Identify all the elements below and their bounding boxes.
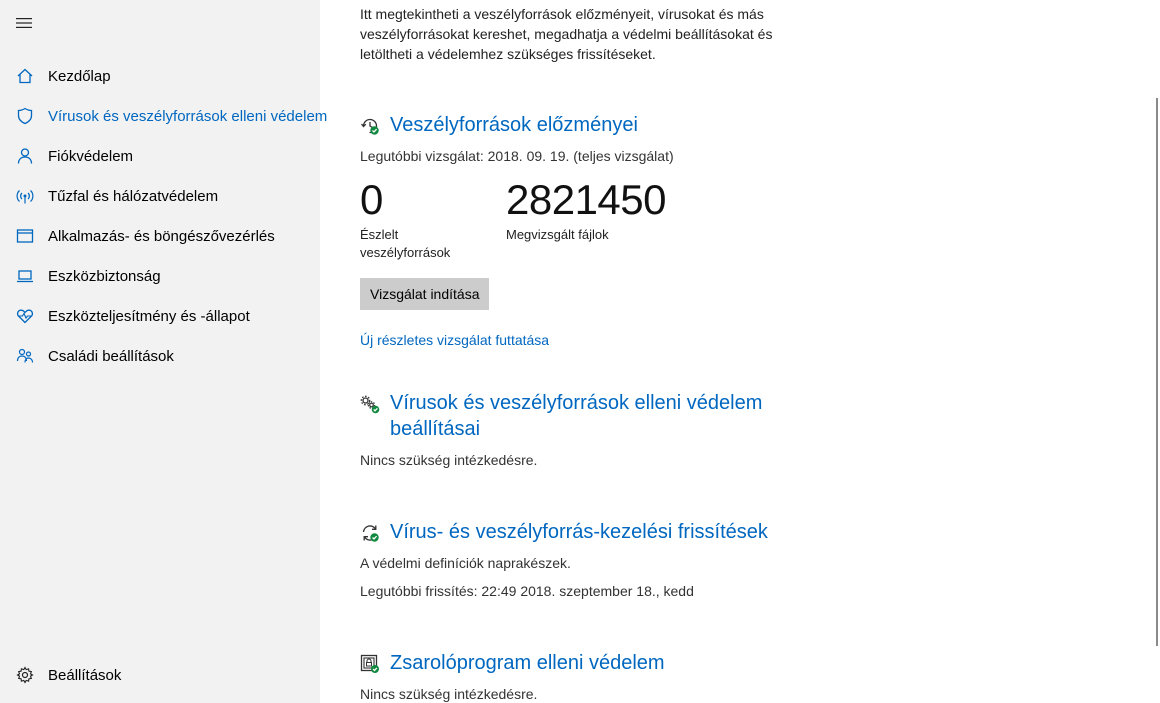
hamburger-icon[interactable] [16, 16, 34, 30]
quick-scan-button[interactable]: Vizsgálat indítása [360, 278, 490, 310]
ransomware-section: Zsarolóprogram elleni védelem Nincs szük… [360, 650, 820, 703]
family-icon [16, 347, 34, 365]
sidebar-nav: Kezdőlap Vírusok és veszélyforrások elle… [0, 56, 327, 376]
sidebar-item-home[interactable]: Kezdőlap [0, 56, 320, 96]
refresh-check-icon [360, 523, 380, 543]
sidebar-item-label: Eszközteljesítmény és -állapot [48, 307, 250, 325]
ransomware-check-icon [360, 654, 380, 674]
scan-stats: 0 Észlelt veszélyforrások 2821450 Megviz… [360, 176, 820, 262]
threats-found-value: 0 [360, 176, 383, 223]
sidebar-item-label: Családi beállítások [48, 347, 174, 365]
gears-check-icon [360, 394, 380, 414]
definitions-status: A védelmi definíciók naprakészek. [360, 555, 571, 571]
sidebar-item-label: Beállítások [48, 666, 122, 684]
person-icon [16, 147, 34, 165]
sidebar-item-family[interactable]: Családi beállítások [0, 336, 320, 376]
files-scanned-stat: 2821450 Megvizsgált fájlok [506, 176, 667, 262]
files-scanned-label: Megvizsgált fájlok [506, 227, 609, 242]
protection-settings-title[interactable]: Vírusok és veszélyforrások elleni védele… [390, 390, 820, 442]
windows-security-window: Kezdőlap Vírusok és veszélyforrások elle… [0, 0, 1160, 703]
ransomware-status: Nincs szükség intézkedésre. [360, 686, 538, 702]
sidebar-item-label: Alkalmazás- és böngészővezérlés [48, 227, 275, 245]
protection-settings-section: Vírusok és veszélyforrások elleni védele… [360, 390, 820, 470]
browser-window-icon [16, 227, 34, 245]
wireless-icon [16, 187, 34, 205]
sidebar-item-app-browser[interactable]: Alkalmazás- és böngészővezérlés [0, 216, 320, 256]
sidebar-item-label: Eszközbiztonság [48, 267, 161, 285]
threats-found-stat: 0 Észlelt veszélyforrások [360, 176, 484, 262]
gear-icon [16, 666, 34, 684]
sidebar: Kezdőlap Vírusok és veszélyforrások elle… [0, 0, 327, 703]
ransomware-title[interactable]: Zsarolóprogram elleni védelem [390, 650, 665, 676]
history-check-icon [360, 116, 380, 136]
main-content: Itt megtekintheti a veszélyforrások előz… [320, 0, 1160, 703]
sidebar-item-device-security[interactable]: Eszközbiztonság [0, 256, 320, 296]
vertical-scrollbar[interactable] [1156, 98, 1158, 646]
protection-updates-section: Vírus- és veszélyforrás-kezelési frissít… [360, 519, 820, 601]
protection-settings-status: Nincs szükség intézkedésre. [360, 452, 538, 468]
protection-updates-title[interactable]: Vírus- és veszélyforrás-kezelési frissít… [390, 519, 768, 545]
intro-text: Itt megtekintheti a veszélyforrások előz… [360, 6, 773, 62]
threat-history-title[interactable]: Veszélyforrások előzményei [390, 112, 638, 138]
laptop-icon [16, 267, 34, 285]
sidebar-item-label: Tűzfal és hálózatvédelem [48, 187, 219, 205]
files-scanned-value: 2821450 [506, 176, 667, 223]
sidebar-item-device-health[interactable]: Eszközteljesítmény és -állapot [0, 296, 320, 336]
sidebar-item-settings[interactable]: Beállítások [0, 655, 320, 695]
advanced-scan-link[interactable]: Új részletes vizsgálat futtatása [360, 332, 820, 348]
sidebar-item-label: Fiókvédelem [48, 147, 134, 165]
sidebar-item-label: Vírusok és veszélyforrások elleni védele… [48, 107, 328, 125]
sidebar-item-virus-protection[interactable]: Vírusok és veszélyforrások elleni védele… [0, 96, 327, 136]
shield-icon [16, 107, 34, 125]
sidebar-item-account[interactable]: Fiókvédelem [0, 136, 320, 176]
sidebar-item-firewall[interactable]: Tűzfal és hálózatvédelem [0, 176, 320, 216]
threats-found-label: Észlelt veszélyforrások [360, 227, 451, 260]
last-update-text: Legutóbbi frissítés: 22:49 2018. szeptem… [360, 583, 694, 599]
heart-icon [16, 307, 34, 325]
threat-history-section: Veszélyforrások előzményei Legutóbbi viz… [360, 112, 820, 348]
last-scan-text: Legutóbbi vizsgálat: 2018. 09. 19. (telj… [360, 148, 674, 164]
home-icon [16, 67, 34, 85]
sidebar-item-label: Kezdőlap [48, 67, 111, 85]
